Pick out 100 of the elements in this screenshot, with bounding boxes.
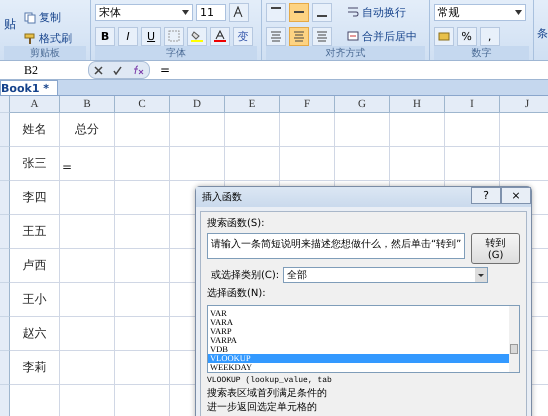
table-cell xyxy=(60,181,115,215)
row-header[interactable] xyxy=(0,385,10,416)
column-header[interactable]: A xyxy=(10,96,60,113)
function-list[interactable]: VAR VARA VARP VARPA VDB VLOOKUP WEEKDAY xyxy=(207,305,520,373)
group-label: 对齐方式 xyxy=(266,46,425,60)
wrap-text-icon xyxy=(347,6,360,18)
help-button[interactable]: ? xyxy=(471,187,501,204)
list-item[interactable]: VDB xyxy=(208,345,509,354)
field-label: 选择函数(N): xyxy=(207,286,267,300)
vertical-align-icon[interactable] xyxy=(289,2,310,22)
horizontal-align-icon[interactable] xyxy=(289,26,310,46)
table-cell: 总分 xyxy=(60,113,115,147)
italic-button[interactable]: I xyxy=(118,26,138,46)
table-cell xyxy=(60,249,115,283)
table-cell xyxy=(170,113,225,147)
column-header[interactable]: G xyxy=(335,96,390,113)
table-cell xyxy=(115,113,170,147)
table-cell xyxy=(115,147,170,181)
horizontal-align-icon[interactable] xyxy=(312,26,332,46)
column-header[interactable]: F xyxy=(280,96,335,113)
ribbon-button[interactable]: 条 xyxy=(534,0,548,60)
function-icon xyxy=(132,65,144,75)
list-item[interactable]: VARA xyxy=(208,318,509,327)
list-item[interactable]: VAR xyxy=(208,309,509,318)
formula-buttons[interactable] xyxy=(88,61,150,79)
function-description: 搜索表区域首列满足条件的 xyxy=(207,388,328,399)
workbook-tab[interactable]: Book1 * xyxy=(0,80,58,95)
table-cell: 姓名 xyxy=(10,113,60,147)
table-cell xyxy=(60,283,115,317)
wrap-text-button[interactable]: 自动换行 xyxy=(347,4,406,20)
select-all-corner[interactable] xyxy=(0,96,10,113)
currency-icon[interactable] xyxy=(434,26,454,46)
table-cell xyxy=(225,113,280,147)
table-cell xyxy=(115,181,170,215)
dropdown-arrow-icon xyxy=(514,10,522,14)
column-header[interactable]: I xyxy=(445,96,500,113)
row-header[interactable] xyxy=(0,181,10,215)
table-cell: 李莉 xyxy=(10,351,60,385)
scrollbar[interactable] xyxy=(509,306,519,372)
column-header[interactable]: H xyxy=(390,96,445,113)
function-description: 进一步返回选定单元格的 xyxy=(207,402,318,413)
group-label: 数字 xyxy=(434,46,530,60)
underline-button[interactable]: U xyxy=(141,26,162,46)
list-item[interactable]: VARPA xyxy=(208,336,509,345)
row-header[interactable] xyxy=(0,351,10,385)
name-box[interactable]: B2 xyxy=(0,62,88,78)
grow-font-icon[interactable] xyxy=(229,2,250,22)
font-color-icon[interactable] xyxy=(210,26,230,46)
column-header[interactable]: E xyxy=(225,96,280,113)
horizontal-align-icon[interactable] xyxy=(266,26,286,46)
brush-icon xyxy=(24,32,36,44)
table-cell: 王小 xyxy=(10,283,60,317)
merge-center-button[interactable]: 合并后居中 xyxy=(347,28,418,44)
comma-button[interactable]: , xyxy=(480,26,500,46)
close-button[interactable]: × xyxy=(501,187,531,204)
go-button[interactable]: 转到(G) xyxy=(471,233,520,264)
category-dropdown[interactable]: 全部 xyxy=(283,267,488,283)
list-item[interactable]: VARP xyxy=(208,327,509,336)
percent-button[interactable]: % xyxy=(456,26,477,46)
list-item[interactable]: WEEKDAY xyxy=(208,363,509,372)
table-cell xyxy=(280,113,335,147)
table-cell: 王五 xyxy=(10,215,60,249)
table-cell: 卢西 xyxy=(10,249,60,283)
paste-button[interactable]: 贴 xyxy=(4,16,16,32)
field-label: 或选择类别(C): xyxy=(211,268,280,282)
row-header[interactable] xyxy=(0,113,10,147)
bold-button[interactable]: B xyxy=(95,26,116,46)
vertical-align-icon[interactable] xyxy=(266,2,286,22)
merge-icon xyxy=(347,30,360,42)
format-painter-button[interactable]: 格式刷 xyxy=(24,31,72,46)
vertical-align-icon[interactable] xyxy=(312,2,332,22)
column-header[interactable]: J xyxy=(500,96,548,113)
table-cell xyxy=(390,113,445,147)
table-cell: = xyxy=(60,147,115,181)
fill-color-icon[interactable] xyxy=(187,26,208,46)
phonetic-button[interactable]: 变 xyxy=(233,26,254,46)
column-header[interactable]: D xyxy=(170,96,225,113)
font-size-dropdown[interactable]: 11 xyxy=(196,4,226,20)
field-label: 搜索函数(S): xyxy=(207,216,266,230)
search-field[interactable]: 请输入一条简短说明来描述您想做什么，然后单击“转到” xyxy=(207,233,466,259)
row-header[interactable] xyxy=(0,249,10,283)
row-header[interactable] xyxy=(0,317,10,351)
table-cell: 李四 xyxy=(10,181,60,215)
table-cell: 张三 xyxy=(10,147,60,181)
number-format-dropdown[interactable]: 常规 xyxy=(434,4,526,20)
dialog-title: 插入函数 xyxy=(202,190,242,204)
column-header[interactable]: C xyxy=(115,96,170,113)
check-icon xyxy=(113,66,122,74)
row-header[interactable] xyxy=(0,283,10,317)
cancel-icon xyxy=(94,66,103,74)
row-header[interactable] xyxy=(0,215,10,249)
function-signature: VLOOKUP (lookup_value, tab xyxy=(207,376,333,385)
table-cell xyxy=(60,215,115,249)
copy-icon xyxy=(24,12,36,24)
font-name-dropdown[interactable]: 宋体 xyxy=(95,4,194,20)
column-header[interactable]: B xyxy=(60,96,115,113)
formula-field[interactable]: = xyxy=(150,63,170,77)
copy-button[interactable]: 复制 xyxy=(24,10,72,25)
table-cell xyxy=(445,113,500,147)
row-header[interactable] xyxy=(0,147,10,181)
